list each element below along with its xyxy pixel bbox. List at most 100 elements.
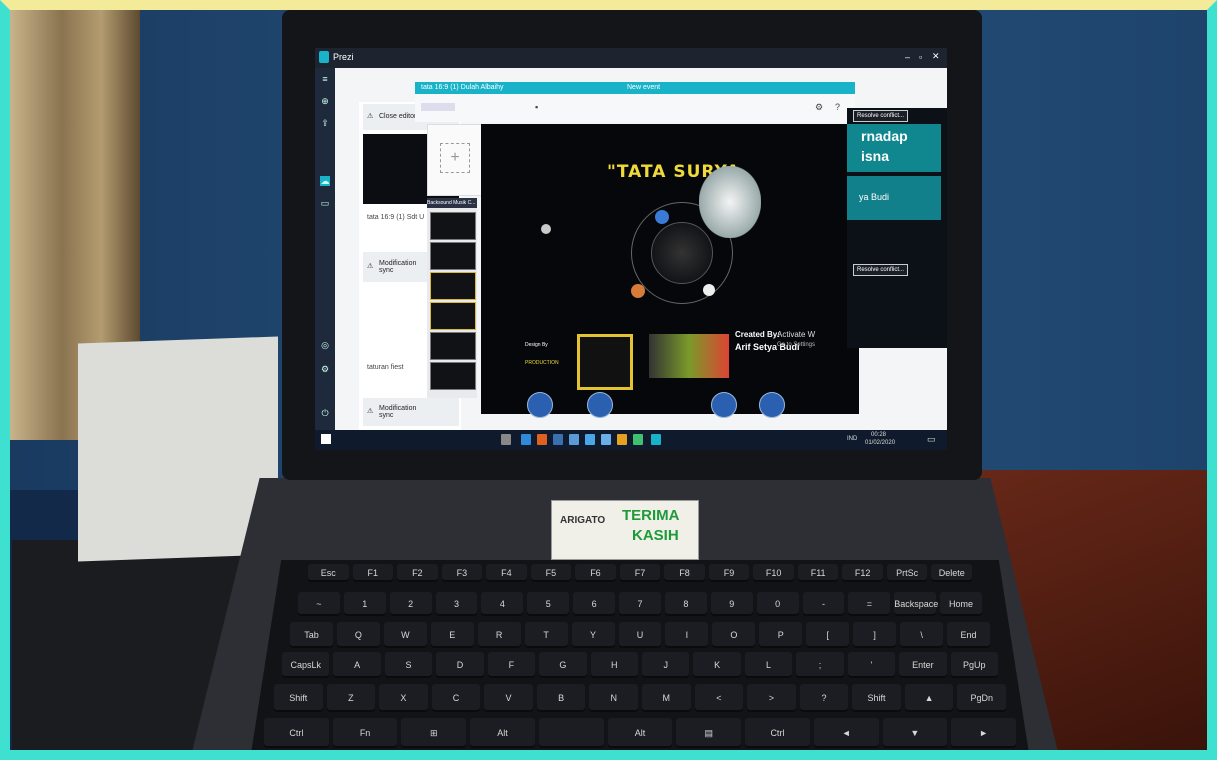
help-icon[interactable]: ? [835, 102, 840, 112]
keyboard-key[interactable]: X [379, 684, 428, 712]
keyboard-key[interactable]: V [484, 684, 533, 712]
keyboard-key[interactable]: 7 [619, 592, 661, 616]
slide-thumbnail[interactable] [430, 212, 476, 240]
keyboard-key[interactable]: G [539, 652, 587, 678]
keyboard-key[interactable]: 9 [710, 592, 753, 616]
keyboard-key[interactable] [538, 718, 604, 748]
new-event-label[interactable]: New event [627, 82, 660, 94]
keyboard-key[interactable]: L [744, 652, 793, 678]
keyboard-key[interactable]: F5 [530, 564, 572, 582]
keyboard-key[interactable]: [ [806, 622, 850, 648]
keyboard-key[interactable]: F [487, 652, 536, 678]
app-icon[interactable] [633, 434, 643, 445]
slide-thumbnail[interactable] [430, 272, 476, 300]
keyboard-key[interactable]: PgUp [950, 652, 998, 678]
document-tab-bar[interactable]: tata 16:9 (1) Dulah Albaihy New event [415, 82, 855, 94]
app-icon[interactable] [569, 434, 579, 445]
keyboard-key[interactable]: D [436, 652, 484, 678]
close-icon[interactable]: ✕ [932, 51, 940, 62]
resolve-conflict-button-2[interactable]: Resolve conflict... [853, 264, 909, 276]
keyboard-key[interactable]: 3 [435, 592, 478, 616]
help-icon[interactable]: ◎ [320, 340, 330, 350]
keyboard-key[interactable]: ▼ [882, 718, 948, 748]
cloud-icon[interactable]: ☁ [320, 176, 330, 186]
keyboard-key[interactable]: F11 [797, 564, 839, 582]
keyboard-key[interactable]: 1 [343, 592, 386, 616]
keyboard-key[interactable]: N [589, 684, 638, 712]
app-icon[interactable] [617, 434, 627, 445]
menu-icon[interactable]: ≡ [320, 74, 330, 84]
keyboard-key[interactable]: Home [940, 592, 982, 616]
keyboard-key[interactable]: Shift [852, 684, 901, 712]
keyboard-key[interactable]: 2 [389, 592, 432, 616]
keyboard-key[interactable]: Ctrl [264, 718, 329, 748]
keyboard-key[interactable]: W [383, 622, 427, 648]
edge-icon[interactable] [521, 434, 531, 445]
slide-thumbnail[interactable] [430, 302, 476, 330]
keyboard-key[interactable]: R [477, 622, 521, 648]
keyboard-key[interactable]: > [747, 684, 796, 712]
keyboard-key[interactable]: F4 [486, 564, 527, 582]
keyboard-key[interactable]: C [431, 684, 481, 712]
keyboard-key[interactable]: Ctrl [745, 718, 810, 748]
present-icon[interactable]: ▭ [320, 198, 330, 208]
keyboard-key[interactable]: F1 [352, 564, 394, 582]
clock-date[interactable]: 01/02/2020 [865, 440, 895, 446]
keyboard-key[interactable]: ? [799, 684, 849, 712]
keyboard-key[interactable]: S [384, 652, 433, 678]
keyboard-key[interactable]: A [333, 652, 381, 678]
keyboard-key[interactable]: 4 [481, 592, 524, 616]
firefox-icon[interactable] [537, 434, 547, 445]
keyboard-key[interactable]: Shift [274, 684, 323, 712]
keyboard-key[interactable]: 0 [756, 592, 799, 616]
keyboard-key[interactable]: H [590, 652, 638, 678]
start-icon[interactable] [321, 434, 331, 444]
keyboard-key[interactable]: Tab [290, 622, 333, 648]
keyboard-key[interactable]: K [693, 652, 741, 678]
keyboard-key[interactable]: PrtSc [886, 564, 928, 582]
keyboard-key[interactable]: F12 [842, 564, 883, 582]
keyboard-key[interactable]: Backspace [894, 592, 938, 616]
keyboard-key[interactable]: ' [847, 652, 896, 678]
keyboard-key[interactable]: = [848, 592, 891, 616]
keyboard-key[interactable]: Alt [470, 718, 535, 748]
keyboard-key[interactable]: F10 [753, 564, 794, 582]
keyboard-key[interactable]: M [642, 684, 691, 712]
keyboard-key[interactable]: \ [900, 622, 944, 648]
keyboard-key[interactable]: F7 [619, 564, 661, 582]
keyboard-key[interactable]: < [694, 684, 744, 712]
keyboard-key[interactable]: F8 [664, 564, 705, 582]
keyboard-key[interactable]: F9 [708, 564, 750, 582]
keyboard-key[interactable]: Esc [308, 564, 349, 582]
keyboard-key[interactable]: Y [571, 622, 615, 648]
minimize-icon[interactable]: – [905, 52, 910, 62]
keyboard-key[interactable]: J [642, 652, 690, 678]
keyboard-key[interactable]: T [524, 622, 568, 648]
add-icon[interactable]: ⊕ [320, 96, 330, 106]
power-icon[interactable]: ⏻ [320, 408, 330, 418]
keyboard-key[interactable]: Delete [931, 564, 972, 582]
keyboard-key[interactable]: I [665, 622, 709, 648]
keyboard-key[interactable]: E [430, 622, 474, 648]
toolbar-button[interactable] [421, 103, 455, 111]
keyboard-key[interactable]: PgDn [957, 684, 1006, 712]
keyboard-key[interactable]: ~ [298, 592, 340, 616]
keyboard-key[interactable]: Enter [899, 652, 947, 678]
settings-icon[interactable]: ⚙ [320, 364, 330, 374]
add-slide-icon[interactable]: + [440, 143, 470, 173]
import-icon[interactable]: ⇪ [320, 118, 330, 128]
keyboard-key[interactable]: ◄ [813, 718, 879, 748]
keyboard-key[interactable]: 8 [664, 592, 707, 616]
keyboard-key[interactable]: B [536, 684, 586, 712]
settings-icon[interactable]: ⚙ [815, 102, 823, 113]
app-icon[interactable] [553, 434, 563, 445]
keyboard-key[interactable]: ] [853, 622, 897, 648]
keyboard-key[interactable]: End [947, 622, 990, 648]
keyboard-key[interactable]: 5 [527, 592, 570, 616]
file-label[interactable]: tata 16:9 (1) Sdt U [367, 214, 424, 221]
keyboard-key[interactable]: ⊞ [401, 718, 467, 748]
keyboard-key[interactable]: ► [951, 718, 1016, 748]
slide-thumbnail[interactable] [430, 332, 476, 360]
notification-icon[interactable]: ▭ [927, 434, 936, 445]
save-icon[interactable]: ▪ [535, 102, 538, 112]
